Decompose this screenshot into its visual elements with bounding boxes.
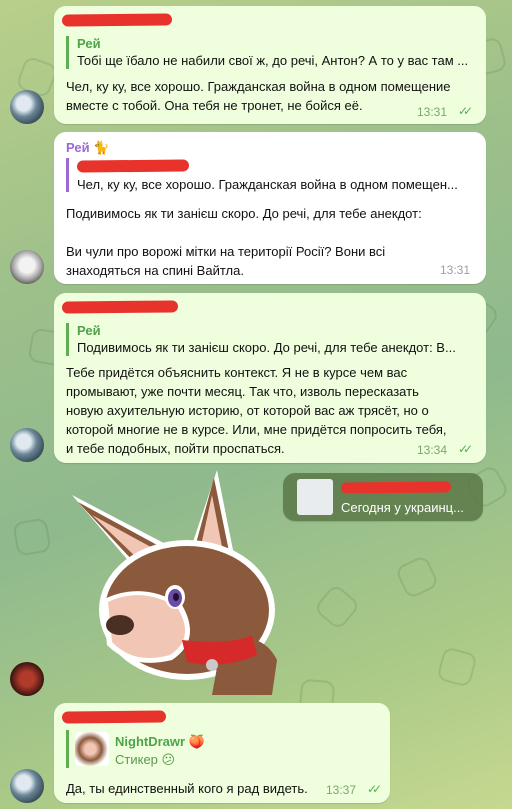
avatar[interactable] (10, 662, 44, 696)
reply-author: NightDrawr 🍑 (115, 734, 205, 749)
reply-text: Стикер 😕 (115, 752, 176, 767)
message-text: Да, ты единственный кого я рад видеть. (66, 781, 308, 796)
message-bubble-1[interactable]: Рей Тобі ще їбало не набили свої ж, до р… (54, 6, 486, 124)
message-text: Подивимось як ти занієш скоро. До речі, … (66, 206, 422, 278)
message-text: Чел, ку ку, все хорошо. Гражданская войн… (66, 79, 451, 113)
reply-preview[interactable]: Чел, ку ку, все хорошо. Гражданская войн… (66, 158, 476, 192)
sender-name: Рей 🐈 (66, 140, 110, 155)
reply-text: Чел, ку ку, все хорошо. Гражданская войн… (77, 177, 458, 192)
reply-preview[interactable]: Рей Подивимось як ти занієш скоро. До ре… (66, 323, 476, 356)
redacted-forward-author (340, 481, 452, 494)
message-text: Тебе придётся объяснить контекст. Я не в… (66, 365, 447, 456)
sticker-image[interactable] (62, 470, 292, 700)
reply-author: Рей (77, 323, 101, 338)
message-time: 13:34 (417, 443, 448, 457)
redacted-sender-name (61, 300, 179, 314)
reply-text: Подивимось як ти занієш скоро. До речі, … (77, 340, 456, 355)
forward-text: Сегодня у украинц... (341, 500, 464, 515)
reply-preview[interactable]: NightDrawr 🍑 Стикер 😕 (66, 730, 366, 768)
avatar[interactable] (10, 769, 44, 803)
reply-preview[interactable]: Рей Тобі ще їбало не набили свої ж, до р… (66, 36, 476, 69)
forward-thumbnail (297, 479, 333, 515)
reply-author: Рей (77, 36, 101, 51)
avatar[interactable] (10, 250, 44, 284)
read-ticks-icon: ✓✓ (458, 442, 473, 456)
message-time: 13:31 (417, 105, 448, 119)
message-bubble-3[interactable]: Рей Подивимось як ти занієш скоро. До ре… (54, 293, 486, 463)
redacted-reply-author (76, 159, 190, 173)
redacted-sender-name (61, 710, 167, 724)
wolf-sticker-icon (72, 470, 277, 695)
avatar[interactable] (10, 90, 44, 124)
redacted-sender-name (61, 13, 173, 27)
message-time: 13:37 (326, 783, 357, 797)
read-ticks-icon: ✓✓ (367, 782, 382, 796)
message-bubble-5[interactable]: NightDrawr 🍑 Стикер 😕 Да, ты единственны… (54, 703, 390, 803)
forwarded-preview-chip[interactable]: Сегодня у украинц... (283, 473, 483, 521)
read-ticks-icon: ✓✓ (458, 104, 473, 118)
message-time: 13:31 (440, 263, 471, 277)
reply-text: Тобі ще їбало не набили свої ж, до речі,… (77, 53, 469, 68)
sticker-thumbnail (75, 732, 109, 766)
avatar[interactable] (10, 428, 44, 462)
message-bubble-2[interactable]: Рей 🐈 Чел, ку ку, все хорошо. Гражданска… (54, 132, 486, 284)
